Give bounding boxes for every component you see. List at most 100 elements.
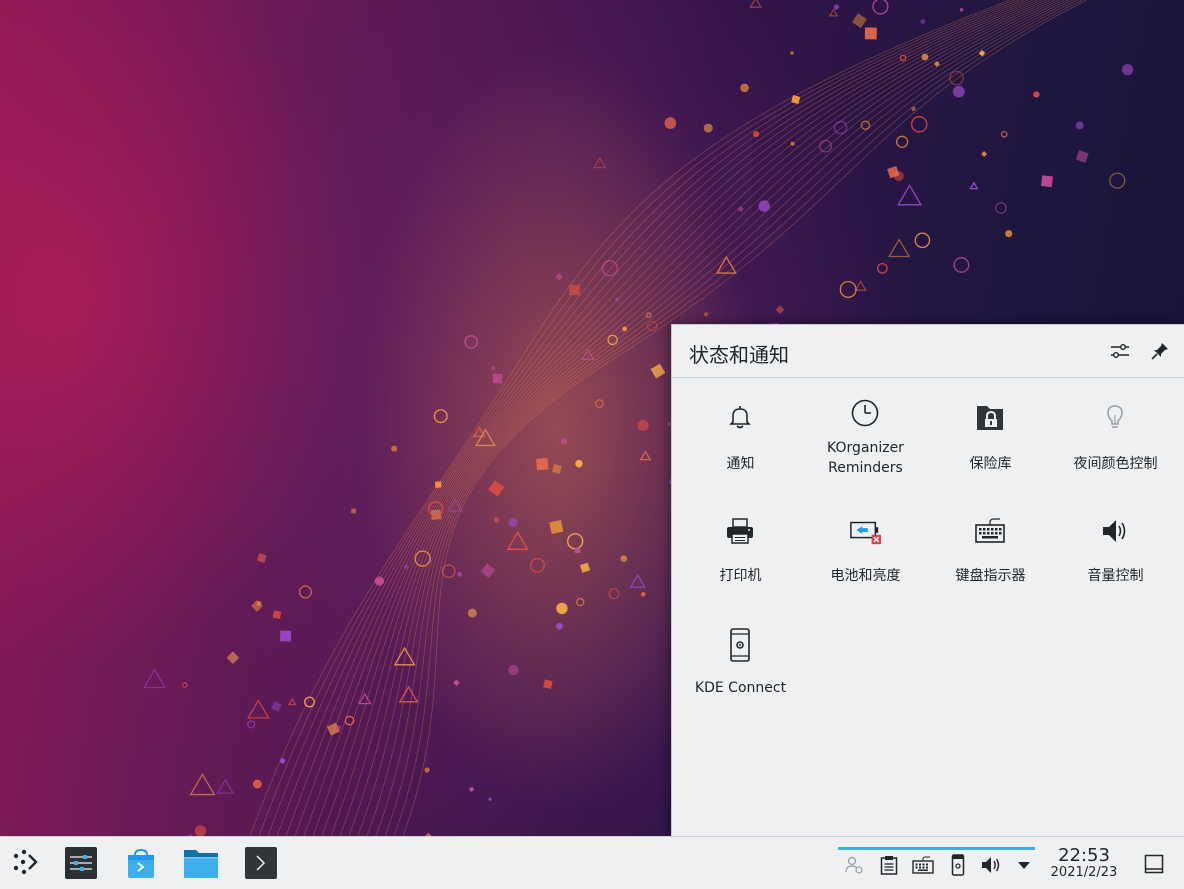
particle [287, 697, 297, 706]
application-launcher-icon[interactable] [8, 845, 42, 879]
particle [758, 200, 770, 212]
particle [508, 664, 519, 676]
particle [737, 206, 744, 213]
particle [914, 232, 931, 249]
tray-item-printers[interactable]: 打印机 [678, 515, 803, 615]
particle [703, 123, 713, 133]
printer-icon [724, 515, 756, 547]
bell-icon [724, 401, 756, 433]
particle [279, 758, 286, 764]
particle [1121, 64, 1134, 76]
particle [1033, 91, 1040, 98]
particle [493, 517, 500, 523]
volume-tray-icon[interactable] [981, 853, 1003, 877]
particle [851, 13, 867, 29]
particle [189, 773, 216, 796]
battery-icon [849, 515, 881, 547]
tray-item-keyboard-indicator[interactable]: 键盘指示器 [928, 515, 1053, 615]
particle [828, 8, 839, 17]
particle [549, 519, 564, 535]
dolphin-folder-icon[interactable] [183, 846, 219, 880]
keyboard-icon [974, 515, 1006, 547]
particle [280, 630, 292, 642]
particle [256, 601, 262, 606]
particle [271, 701, 282, 712]
pin-icon [1151, 343, 1168, 360]
particle [182, 682, 188, 688]
particle [897, 184, 923, 206]
particle [247, 720, 256, 729]
particle [959, 7, 964, 12]
particle [404, 564, 409, 569]
particle [749, 0, 763, 8]
particle [569, 284, 580, 296]
particle [556, 622, 563, 630]
lightbulb-icon [1099, 401, 1131, 433]
kde-connect-tray-icon[interactable] [949, 853, 967, 877]
particle [374, 576, 385, 586]
vault-icon [974, 401, 1006, 433]
particle [247, 699, 270, 719]
konsole-terminal-icon[interactable] [244, 846, 278, 880]
particle [833, 120, 848, 135]
tray-item-label: KDE Connect [694, 680, 787, 696]
particle [556, 602, 568, 615]
particle [226, 651, 240, 665]
particle [344, 715, 355, 726]
user-status-icon[interactable] [843, 853, 865, 877]
particle [790, 51, 794, 55]
tray-item-label: 键盘指示器 [955, 568, 1026, 584]
particle [854, 280, 867, 291]
tray-expand-arrow-icon[interactable] [1014, 853, 1034, 877]
particle [895, 135, 909, 148]
tray-item-label: 通知 [726, 456, 755, 472]
particle [252, 779, 262, 789]
particle [1005, 230, 1013, 238]
particle [272, 610, 282, 619]
tray-item-battery-brightness[interactable]: 电池和亮度 [803, 515, 928, 615]
clock-icon [849, 397, 881, 429]
particle [467, 608, 477, 618]
show-desktop-icon[interactable] [1142, 852, 1166, 876]
particle [833, 4, 840, 10]
clock-time: 22:53 [1058, 845, 1110, 866]
particle [575, 459, 583, 468]
tray-item-night-color[interactable]: 夜间颜色控制 [1053, 401, 1178, 501]
pin-button[interactable] [1148, 339, 1172, 363]
particle [637, 419, 649, 432]
particle [492, 373, 503, 384]
clipboard-icon[interactable] [878, 853, 900, 877]
system-settings-icon[interactable] [64, 846, 98, 880]
tray-item-label: 保险库 [969, 456, 1012, 472]
particle [775, 305, 785, 314]
popup-title: 状态和通知 [689, 343, 789, 367]
particle [1075, 150, 1089, 163]
particle [819, 139, 833, 153]
particle [921, 53, 929, 61]
tray-item-volume[interactable]: 音量控制 [1053, 515, 1178, 615]
keyboard-layout-icon[interactable] [911, 853, 935, 877]
particle [298, 585, 312, 599]
particle [434, 481, 442, 488]
particle [488, 797, 493, 802]
tray-item-korganizer-reminders[interactable]: KOrganizer Reminders [803, 399, 928, 501]
configure-button[interactable] [1108, 339, 1132, 363]
tray-item-kde-connect[interactable]: KDE Connect [678, 627, 803, 727]
particle [952, 85, 965, 98]
particle [953, 257, 970, 273]
discover-store-icon[interactable] [124, 846, 158, 880]
particle [888, 238, 911, 258]
particle [864, 27, 877, 40]
particle [574, 547, 581, 554]
particle [536, 457, 549, 471]
tray-item-notifications[interactable]: 通知 [678, 401, 803, 501]
tray-item-label: 电池和亮度 [830, 568, 901, 584]
taskbar-panel: 22:53 2021/2/23 [0, 836, 1184, 889]
particle [508, 517, 518, 527]
tray-item-vault[interactable]: 保险库 [928, 401, 1053, 501]
particle [142, 668, 167, 689]
particle [194, 825, 207, 836]
particle [641, 592, 646, 597]
particle [910, 116, 928, 133]
particle [256, 553, 267, 563]
